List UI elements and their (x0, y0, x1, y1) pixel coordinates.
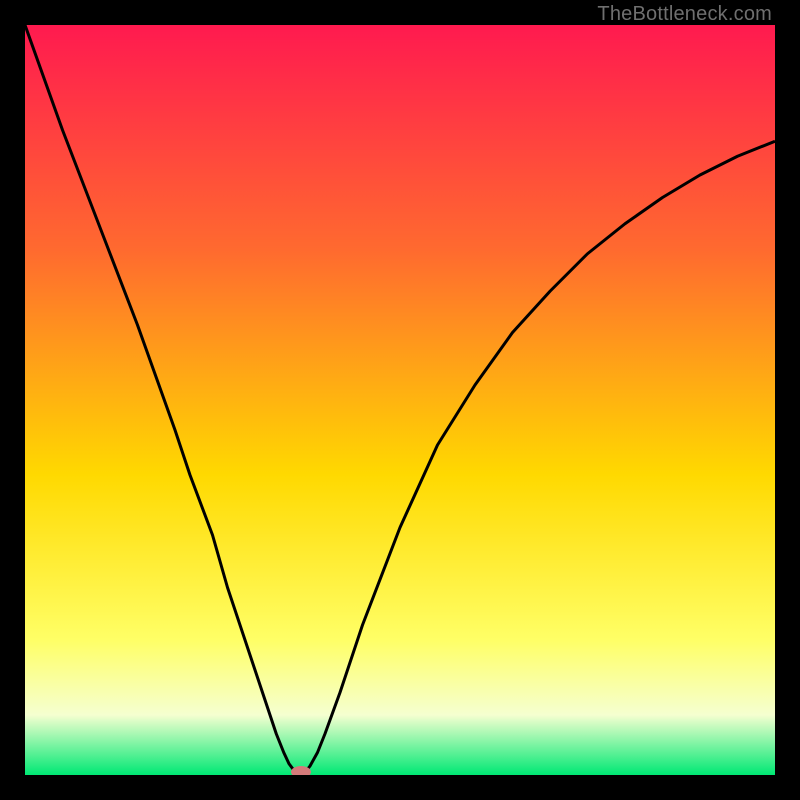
chart-plot-area (25, 25, 775, 775)
chart-frame: TheBottleneck.com (0, 0, 800, 800)
watermark-text: TheBottleneck.com (597, 3, 772, 26)
bottleneck-curve (25, 25, 775, 775)
bottleneck-line (25, 25, 775, 774)
